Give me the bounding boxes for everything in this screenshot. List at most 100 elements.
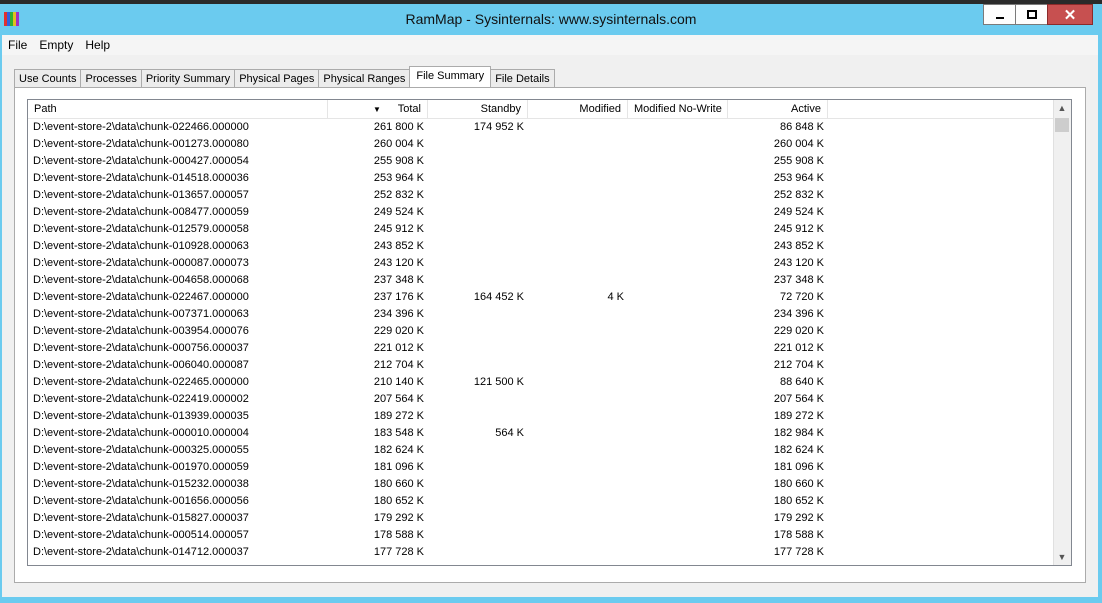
table-row[interactable]: D:\event-store-2\data\chunk-001970.00005…: [28, 459, 1054, 476]
cell-standby: [428, 544, 524, 561]
table-row[interactable]: D:\event-store-2\data\chunk-013657.00005…: [28, 187, 1054, 204]
tab-strip: Use Counts Processes Priority Summary Ph…: [14, 66, 555, 87]
cell-total: 229 020 K: [373, 325, 424, 337]
table-row[interactable]: D:\event-store-2\data\chunk-014518.00003…: [28, 170, 1054, 187]
cell-standby: [428, 170, 524, 187]
table-row[interactable]: D:\event-store-2\data\chunk-004658.00006…: [28, 272, 1054, 289]
table-row[interactable]: D:\event-store-2\data\chunk-000325.00005…: [28, 442, 1054, 459]
tab-processes[interactable]: Processes: [80, 69, 142, 87]
cell-active: 207 564 K: [773, 393, 824, 405]
maximize-button[interactable]: [1015, 4, 1048, 25]
close-button[interactable]: ✕: [1047, 4, 1093, 25]
column-header-path[interactable]: Path: [28, 100, 328, 118]
column-header-total[interactable]: ▼ Total: [328, 100, 428, 118]
cell-modified: [528, 527, 624, 544]
tab-priority-summary[interactable]: Priority Summary: [140, 69, 236, 87]
menu-empty[interactable]: Empty: [33, 35, 79, 55]
table-row[interactable]: D:\event-store-2\data\chunk-022467.00000…: [28, 289, 1054, 306]
cell-path: D:\event-store-2\data\chunk-010928.00006…: [33, 240, 249, 252]
table-row[interactable]: D:\event-store-2\data\chunk-014712.00003…: [28, 544, 1054, 561]
minimize-button[interactable]: [983, 4, 1016, 25]
table-row[interactable]: D:\event-store-2\data\chunk-000756.00003…: [28, 340, 1054, 357]
cell-total: 180 660 K: [373, 478, 424, 490]
menu-help[interactable]: Help: [79, 35, 116, 55]
cell-path: D:\event-store-2\data\chunk-000756.00003…: [33, 342, 249, 354]
cell-modified-no-write: [628, 527, 724, 544]
cell-active: 86 848 K: [779, 121, 824, 133]
table-row[interactable]: D:\event-store-2\data\chunk-000010.00000…: [28, 425, 1054, 442]
cell-modified-no-write: [628, 119, 724, 136]
window-controls: ✕: [983, 4, 1093, 25]
column-header-modified-no-write[interactable]: Modified No-Write: [628, 100, 728, 118]
cell-total: 183 548 K: [373, 427, 424, 439]
cell-standby: [428, 272, 524, 289]
scroll-thumb[interactable]: [1055, 118, 1069, 132]
cell-modified: [528, 391, 624, 408]
table-row[interactable]: D:\event-store-2\data\chunk-000427.00005…: [28, 153, 1054, 170]
cell-modified: [528, 323, 624, 340]
tab-file-details[interactable]: File Details: [490, 69, 555, 87]
table-row[interactable]: D:\event-store-2\data\chunk-006040.00008…: [28, 357, 1054, 374]
menu-bar: File Empty Help: [2, 35, 1098, 55]
tab-physical-ranges[interactable]: Physical Ranges: [318, 69, 411, 87]
column-header-standby[interactable]: Standby: [428, 100, 528, 118]
cell-active: 252 832 K: [773, 189, 824, 201]
table-row[interactable]: D:\event-store-2\data\chunk-010928.00006…: [28, 238, 1054, 255]
file-summary-table: Path ▼ Total Standby Modified Modified N…: [27, 99, 1072, 566]
scroll-up-button[interactable]: ▲: [1054, 100, 1070, 116]
tab-physical-pages[interactable]: Physical Pages: [234, 69, 320, 87]
table-row[interactable]: D:\event-store-2\data\chunk-022466.00000…: [28, 119, 1054, 136]
cell-modified-no-write: [628, 204, 724, 221]
cell-modified-no-write: [628, 442, 724, 459]
table-row[interactable]: D:\event-store-2\data\chunk-007371.00006…: [28, 306, 1054, 323]
cell-modified: [528, 476, 624, 493]
table-row[interactable]: D:\event-store-2\data\chunk-013939.00003…: [28, 408, 1054, 425]
cell-modified-no-write: [628, 289, 724, 306]
column-header-modified[interactable]: Modified: [528, 100, 628, 118]
cell-path: D:\event-store-2\data\chunk-000427.00005…: [33, 155, 249, 167]
cell-modified: [528, 374, 624, 391]
cell-active: 260 004 K: [773, 138, 824, 150]
cell-total: 260 004 K: [373, 138, 424, 150]
cell-standby: [428, 459, 524, 476]
tab-use-counts[interactable]: Use Counts: [14, 69, 82, 87]
table-row[interactable]: D:\event-store-2\data\chunk-015232.00003…: [28, 476, 1054, 493]
cell-active: 180 660 K: [773, 478, 824, 490]
column-header-active[interactable]: Active: [728, 100, 828, 118]
cell-path: D:\event-store-2\data\chunk-000010.00000…: [33, 427, 249, 439]
vertical-scrollbar[interactable]: ▲ ▼: [1053, 100, 1071, 565]
table-row[interactable]: D:\event-store-2\data\chunk-000514.00005…: [28, 527, 1054, 544]
cell-total: 255 908 K: [373, 155, 424, 167]
cell-modified: [528, 136, 624, 153]
cell-modified: [528, 272, 624, 289]
cell-standby: 121 500 K: [473, 376, 524, 388]
table-row[interactable]: D:\event-store-2\data\chunk-022465.00000…: [28, 374, 1054, 391]
cell-modified-no-write: [628, 510, 724, 527]
cell-modified: [528, 221, 624, 238]
cell-modified: [528, 442, 624, 459]
cell-path: D:\event-store-2\data\chunk-012579.00005…: [33, 223, 249, 235]
cell-modified-no-write: [628, 374, 724, 391]
table-row[interactable]: D:\event-store-2\data\chunk-000087.00007…: [28, 255, 1054, 272]
cell-modified-no-write: [628, 459, 724, 476]
cell-modified-no-write: [628, 323, 724, 340]
cell-path: D:\event-store-2\data\chunk-001273.00008…: [33, 138, 249, 150]
table-row[interactable]: D:\event-store-2\data\chunk-015827.00003…: [28, 510, 1054, 527]
cell-modified: 4 K: [607, 291, 624, 303]
cell-total: 245 912 K: [373, 223, 424, 235]
cell-standby: [428, 153, 524, 170]
table-row[interactable]: D:\event-store-2\data\chunk-012579.00005…: [28, 221, 1054, 238]
tab-file-summary[interactable]: File Summary: [409, 66, 492, 87]
table-row[interactable]: D:\event-store-2\data\chunk-001273.00008…: [28, 136, 1054, 153]
table-row[interactable]: D:\event-store-2\data\chunk-008477.00005…: [28, 204, 1054, 221]
cell-modified-no-write: [628, 408, 724, 425]
title-bar[interactable]: RamMap - Sysinternals: www.sysinternals.…: [0, 4, 1102, 35]
scroll-down-button[interactable]: ▼: [1054, 549, 1070, 565]
cell-modified-no-write: [628, 306, 724, 323]
menu-file[interactable]: File: [2, 35, 33, 55]
cell-total: 261 800 K: [373, 121, 424, 133]
cell-modified-no-write: [628, 272, 724, 289]
table-row[interactable]: D:\event-store-2\data\chunk-001656.00005…: [28, 493, 1054, 510]
table-row[interactable]: D:\event-store-2\data\chunk-022419.00000…: [28, 391, 1054, 408]
table-row[interactable]: D:\event-store-2\data\chunk-003954.00007…: [28, 323, 1054, 340]
